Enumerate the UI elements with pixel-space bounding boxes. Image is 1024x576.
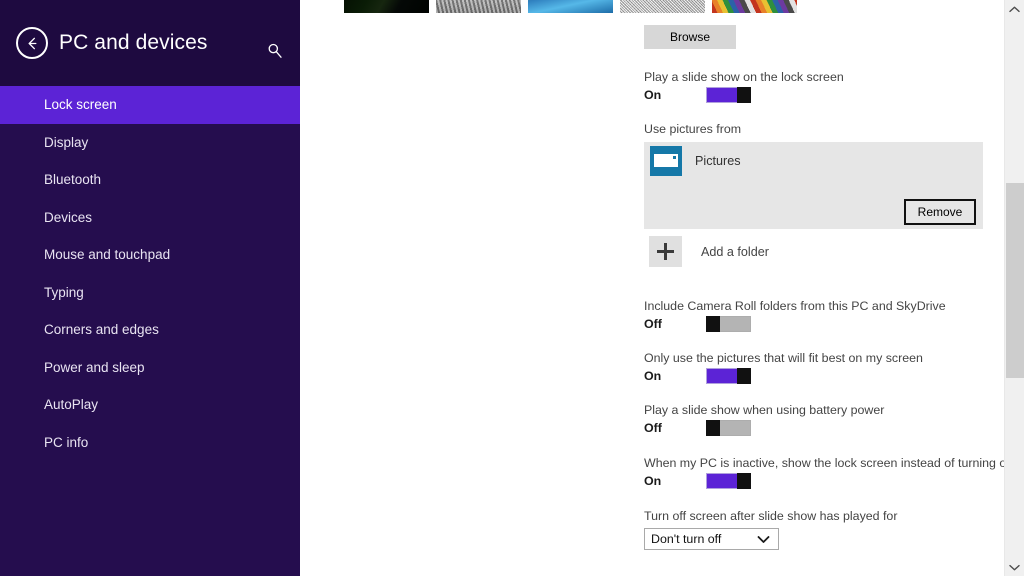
settings-content-pane: Browse Play a slide show on the lock scr… (300, 0, 1004, 576)
toggle-knob (706, 420, 720, 436)
inactive-lock-state: On (644, 474, 662, 488)
sidebar-item-power-and-sleep[interactable]: Power and sleep (0, 349, 300, 387)
sidebar-item-autoplay[interactable]: AutoPlay (0, 386, 300, 424)
sidebar-item-label: Display (44, 134, 89, 150)
chevron-down-icon (1009, 564, 1020, 570)
camera-roll-toggle[interactable] (706, 316, 751, 332)
sidebar-item-label: Devices (44, 209, 93, 225)
camera-roll-toggle-row: Off (644, 316, 751, 332)
sidebar-item-mouse-and-touchpad[interactable]: Mouse and touchpad (0, 236, 300, 274)
toggle-knob (737, 473, 751, 489)
sidebar: PC and devices Lock screen Display Bluet… (0, 0, 300, 576)
folder-name: Pictures (695, 154, 741, 168)
lock-screen-image-thumbnails (344, 0, 797, 13)
list-item[interactable]: Pictures (650, 146, 741, 176)
back-button[interactable] (16, 27, 48, 59)
use-pictures-from-label: Use pictures from (644, 122, 742, 136)
battery-power-toggle[interactable] (706, 420, 751, 436)
search-button[interactable] (264, 40, 286, 62)
chevron-up-icon (1009, 6, 1020, 12)
turn-off-screen-label: Turn off screen after slide show has pla… (644, 509, 898, 523)
scroll-down-button[interactable] (1005, 558, 1024, 576)
sidebar-item-label: Lock screen (44, 97, 117, 113)
picture-sources-panel: Pictures Remove (644, 142, 983, 229)
chevron-down-icon (757, 535, 770, 544)
inactive-lock-toggle-row: On (644, 473, 751, 489)
thumbnail-gray-speckle[interactable] (620, 0, 705, 13)
add-folder-label: Add a folder (701, 244, 769, 259)
battery-power-label: Play a slide show when using battery pow… (644, 403, 885, 417)
toggle-knob (737, 368, 751, 384)
slideshow-toggle-row: On (644, 87, 751, 103)
turn-off-screen-value: Don't turn off (651, 532, 722, 546)
slideshow-toggle[interactable] (706, 87, 751, 103)
thumbnail-gray-rock[interactable] (436, 0, 521, 13)
fit-best-toggle-row: On (644, 368, 751, 384)
sidebar-item-label: AutoPlay (44, 397, 99, 413)
sidebar-item-label: Mouse and touchpad (44, 247, 171, 263)
sidebar-item-corners-and-edges[interactable]: Corners and edges (0, 311, 300, 349)
battery-power-state: Off (644, 421, 662, 435)
fit-best-toggle[interactable] (706, 368, 751, 384)
page-title: PC and devices (59, 31, 208, 54)
back-arrow-icon (28, 37, 36, 49)
battery-power-toggle-row: Off (644, 420, 751, 436)
toggle-knob (737, 87, 751, 103)
vertical-scrollbar[interactable] (1004, 0, 1024, 576)
search-icon (268, 43, 282, 58)
scrollbar-thumb[interactable] (1006, 183, 1024, 378)
sidebar-item-lock-screen[interactable]: Lock screen (0, 86, 300, 124)
turn-off-screen-select[interactable]: Don't turn off (644, 528, 779, 550)
sidebar-item-display[interactable]: Display (0, 124, 300, 162)
sidebar-item-bluetooth[interactable]: Bluetooth (0, 161, 300, 199)
thumbnail-color-pencils[interactable] (712, 0, 797, 13)
thumbnail-green-blue-curve[interactable] (528, 0, 613, 13)
browse-button[interactable]: Browse (644, 25, 736, 49)
camera-roll-label: Include Camera Roll folders from this PC… (644, 299, 946, 313)
sidebar-item-label: Bluetooth (44, 172, 102, 188)
toggle-knob (706, 316, 720, 332)
sidebar-item-label: Power and sleep (44, 359, 145, 375)
sidebar-header: PC and devices (0, 0, 300, 86)
fit-best-label: Only use the pictures that will fit best… (644, 351, 923, 365)
thumbnail-dark-leaf[interactable] (344, 0, 429, 13)
inactive-lock-label: When my PC is inactive, show the lock sc… (644, 456, 1004, 470)
sidebar-item-label: Typing (44, 284, 84, 300)
camera-roll-state: Off (644, 317, 662, 331)
sidebar-item-devices[interactable]: Devices (0, 199, 300, 237)
fit-best-state: On (644, 369, 662, 383)
sidebar-nav: Lock screen Display Bluetooth Devices Mo… (0, 86, 300, 461)
sidebar-item-pc-info[interactable]: PC info (0, 424, 300, 462)
plus-icon (649, 236, 682, 267)
add-folder-button[interactable]: Add a folder (649, 236, 769, 267)
slideshow-label: Play a slide show on the lock screen (644, 70, 844, 84)
sidebar-item-label: PC info (44, 434, 89, 450)
pictures-folder-icon (650, 146, 682, 176)
sidebar-item-label: Corners and edges (44, 322, 159, 338)
remove-folder-button[interactable]: Remove (904, 199, 976, 225)
inactive-lock-toggle[interactable] (706, 473, 751, 489)
pc-settings-window: PC and devices Lock screen Display Bluet… (0, 0, 1024, 576)
sidebar-item-typing[interactable]: Typing (0, 274, 300, 312)
slideshow-state: On (644, 88, 662, 102)
scroll-up-button[interactable] (1005, 0, 1024, 18)
